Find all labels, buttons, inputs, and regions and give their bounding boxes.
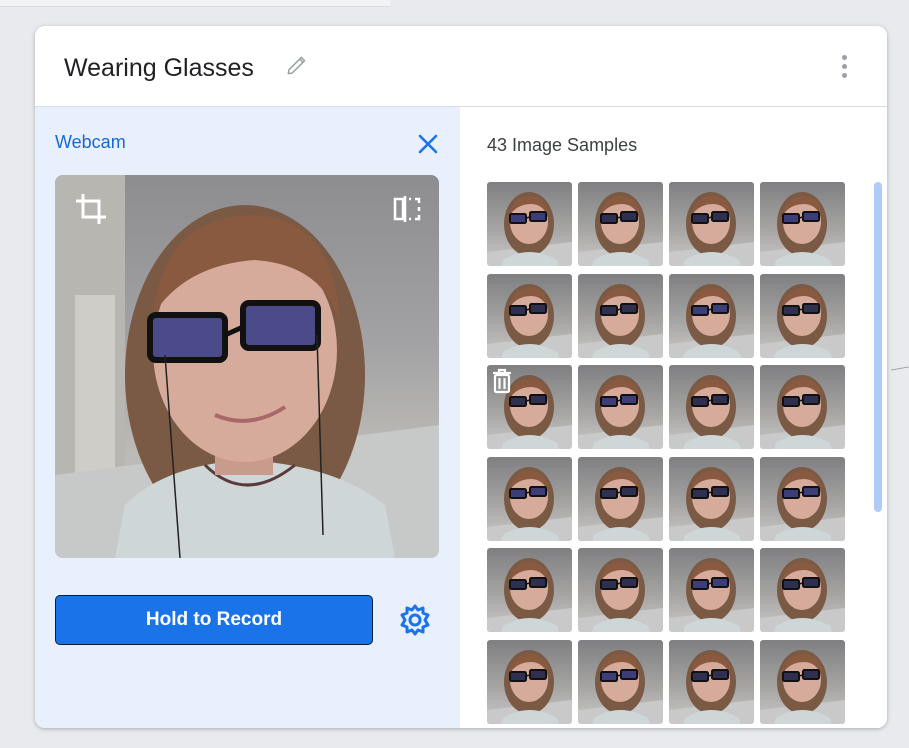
samples-count-label: 43 Image Samples xyxy=(487,135,638,155)
more-vert-icon[interactable] xyxy=(837,52,851,82)
sample-thumbnail[interactable] xyxy=(760,548,845,632)
sample-thumbnail[interactable] xyxy=(487,457,572,541)
trash-icon[interactable] xyxy=(490,368,514,394)
sample-thumbnail[interactable] xyxy=(487,365,572,449)
sample-thumbnail[interactable] xyxy=(669,548,754,632)
webcam-panel: Webcam Hold to Record xyxy=(35,107,460,728)
sample-thumbnail[interactable] xyxy=(578,365,663,449)
sample-thumbnail[interactable] xyxy=(669,182,754,266)
sample-thumbnail[interactable] xyxy=(578,457,663,541)
sample-thumbnail[interactable] xyxy=(760,274,845,358)
flip-icon[interactable] xyxy=(391,193,423,225)
sample-thumbnail[interactable] xyxy=(760,457,845,541)
webcam-label: Webcam xyxy=(55,132,126,152)
sample-thumbnail[interactable] xyxy=(760,182,845,266)
gear-icon[interactable] xyxy=(399,604,431,636)
hold-to-record-button[interactable]: Hold to Record xyxy=(55,595,373,645)
edge-line xyxy=(891,366,909,371)
webcam-photo xyxy=(55,175,439,558)
class-name[interactable]: Wearing Glasses xyxy=(64,54,254,83)
samples-scrollbar[interactable] xyxy=(874,182,882,512)
class-card: Wearing Glasses Webcam Hold to Record 43… xyxy=(35,26,887,728)
sample-thumbnail[interactable] xyxy=(487,640,572,724)
sample-thumbnail[interactable] xyxy=(578,182,663,266)
sample-thumbnail[interactable] xyxy=(578,548,663,632)
samples-panel: 43 Image Samples xyxy=(460,107,887,728)
sample-thumbnail[interactable] xyxy=(487,182,572,266)
sample-thumbnail[interactable] xyxy=(578,274,663,358)
sample-thumbnail[interactable] xyxy=(669,274,754,358)
crop-icon[interactable] xyxy=(73,191,109,227)
sample-thumbnail[interactable] xyxy=(578,640,663,724)
sample-thumbnail[interactable] xyxy=(669,457,754,541)
sample-thumbnail[interactable] xyxy=(669,640,754,724)
sample-thumbnail[interactable] xyxy=(760,640,845,724)
top-strip xyxy=(0,0,390,7)
pencil-icon[interactable] xyxy=(284,52,310,78)
close-icon[interactable] xyxy=(417,133,439,155)
card-header: Wearing Glasses xyxy=(35,26,887,107)
sample-thumbnail[interactable] xyxy=(487,548,572,632)
sample-thumbnail[interactable] xyxy=(760,365,845,449)
webcam-preview xyxy=(55,175,439,558)
sample-grid xyxy=(487,182,847,728)
sample-thumbnail[interactable] xyxy=(669,365,754,449)
sample-thumbnail[interactable] xyxy=(487,274,572,358)
